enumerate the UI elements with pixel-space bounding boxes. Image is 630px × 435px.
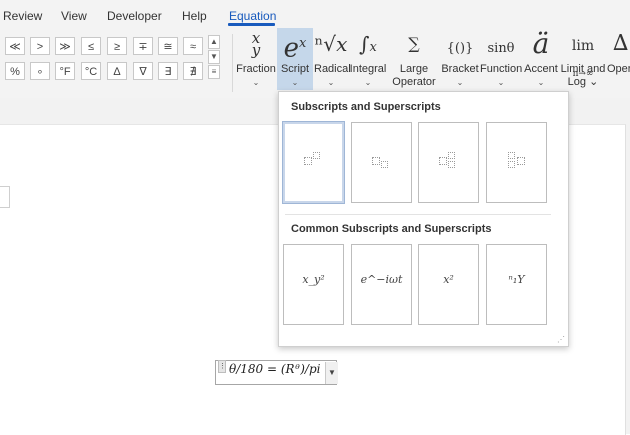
large-operator-button[interactable]: ∑ LargeOperator ⌄ bbox=[388, 28, 440, 101]
chevron-down-icon: ⌄ bbox=[364, 78, 372, 87]
equation-options-dropdown[interactable]: ▼ bbox=[325, 362, 338, 384]
symbol-minus-plus[interactable]: ∓ bbox=[133, 37, 153, 55]
superscript-placeholder-icon bbox=[508, 152, 515, 159]
subscript-superscript-template-tile[interactable] bbox=[418, 122, 479, 203]
tab-developer[interactable]: Developer bbox=[107, 9, 162, 23]
ribbon-separator bbox=[232, 34, 233, 92]
common-script-1: x_y² bbox=[302, 273, 325, 286]
symbol-congruent[interactable]: ≅ bbox=[158, 37, 178, 55]
script-gallery-dropdown: Subscripts and Superscripts Common Subsc… bbox=[278, 91, 569, 347]
common-script-2: e^−iωt bbox=[360, 273, 403, 286]
chevron-down-icon: ⌄ bbox=[252, 78, 260, 87]
equation-handle-icon[interactable]: ⋮ bbox=[218, 360, 226, 373]
resize-grip-icon[interactable]: ⋰ bbox=[557, 335, 565, 344]
superscript-placeholder-icon bbox=[448, 152, 455, 159]
symbol-much-greater[interactable]: ≫ bbox=[55, 37, 75, 55]
gallery-more-icon[interactable]: ≡ bbox=[208, 65, 220, 79]
gallery-divider bbox=[285, 214, 551, 215]
common-script-tile-4[interactable]: ⁿ₁Y bbox=[486, 244, 547, 325]
gallery-scroll-up-icon[interactable]: ▲ bbox=[208, 35, 220, 49]
function-icon: sinθ bbox=[487, 41, 515, 56]
operator-icon: ∆ bbox=[613, 31, 629, 56]
chevron-down-icon: ⌄ bbox=[291, 78, 299, 87]
accent-icon: ä bbox=[532, 27, 550, 60]
fraction-button[interactable]: xy Fraction ⌄ bbox=[236, 28, 276, 90]
tab-help[interactable]: Help bbox=[182, 9, 207, 23]
script-icon: ex bbox=[283, 33, 307, 64]
common-script-4: ⁿ₁Y bbox=[508, 273, 525, 286]
symbol-fahrenheit[interactable]: °F bbox=[55, 62, 75, 80]
function-button[interactable]: sinθ Function ⌄ bbox=[480, 28, 522, 90]
symbol-celsius[interactable]: °C bbox=[81, 62, 101, 80]
large-operator-icon: ∑ bbox=[408, 34, 420, 53]
fraction-icon: xy bbox=[251, 29, 261, 59]
symbol-nabla[interactable]: ∇ bbox=[133, 62, 153, 80]
base-placeholder-icon bbox=[372, 157, 380, 165]
accent-button[interactable]: ä Accent ⌄ bbox=[523, 28, 559, 90]
subscript-placeholder-icon bbox=[448, 161, 455, 168]
equation-text[interactable]: θ/180 = (Rᶿ)/pi bbox=[229, 362, 321, 376]
script-button[interactable]: ex Script ⌄ bbox=[277, 28, 313, 90]
section-title-common: Common Subscripts and Superscripts bbox=[291, 223, 492, 235]
symbol-approx[interactable]: ≈ bbox=[183, 37, 203, 55]
subscript-placeholder-icon bbox=[381, 161, 388, 168]
subscript-placeholder-icon bbox=[508, 161, 515, 168]
chevron-down-icon: ⌄ bbox=[537, 78, 545, 87]
operator-button[interactable]: ∆ Oper bbox=[607, 28, 630, 90]
common-script-3: x² bbox=[443, 273, 454, 286]
superscript-template-tile[interactable] bbox=[282, 121, 345, 204]
symbol-less-equal[interactable]: ≤ bbox=[81, 37, 101, 55]
symbol-not-exists[interactable]: ∄ bbox=[183, 62, 203, 80]
base-placeholder-icon bbox=[517, 157, 525, 165]
common-script-tile-2[interactable]: e^−iωt bbox=[351, 244, 412, 325]
integral-icon: ∫x bbox=[359, 32, 377, 56]
symbol-increment[interactable]: ∆ bbox=[107, 62, 127, 80]
subscript-template-tile[interactable] bbox=[351, 122, 412, 203]
radical-button[interactable]: ⁿ√x Radical ⌄ bbox=[314, 28, 351, 90]
symbol-ring[interactable]: ∘ bbox=[30, 62, 50, 80]
chevron-down-icon: ⌄ bbox=[327, 78, 335, 87]
common-script-tile-3[interactable]: x² bbox=[418, 244, 479, 325]
chevron-down-icon: ⌄ bbox=[456, 78, 464, 87]
left-subscript-superscript-template-tile[interactable] bbox=[486, 122, 547, 203]
ribbon: ≪ > ≫ ≤ ≥ ∓ ≅ ≈ % ∘ °F °C ∆ ∇ ∃ ∄ ▲ ▼ ≡ … bbox=[0, 28, 630, 101]
gallery-scroll-down-icon[interactable]: ▼ bbox=[208, 50, 220, 64]
ribbon-tabs: Review View Developer Help Equation bbox=[0, 0, 630, 28]
symbol-greater[interactable]: > bbox=[30, 37, 50, 55]
limit-and-log-button[interactable]: lim n→∞ Limit and Log ⌄ bbox=[560, 28, 606, 90]
tab-view[interactable]: View bbox=[61, 9, 87, 23]
bracket-icon: {()} bbox=[446, 41, 474, 56]
base-placeholder-icon bbox=[304, 157, 312, 165]
radical-icon: ⁿ√x bbox=[314, 32, 348, 56]
symbol-much-less[interactable]: ≪ bbox=[5, 37, 25, 55]
symbol-greater-equal[interactable]: ≥ bbox=[107, 37, 127, 55]
superscript-placeholder-icon bbox=[313, 152, 320, 159]
base-placeholder-icon bbox=[439, 157, 447, 165]
text-boundary-marker bbox=[0, 186, 10, 208]
integral-button[interactable]: ∫x Integral ⌄ bbox=[349, 28, 387, 90]
common-script-tile-1[interactable]: x_y² bbox=[283, 244, 344, 325]
active-tab-indicator bbox=[228, 23, 275, 26]
symbol-exists[interactable]: ∃ bbox=[158, 62, 178, 80]
symbol-percent[interactable]: % bbox=[5, 62, 25, 80]
section-title-subscripts-superscripts: Subscripts and Superscripts bbox=[291, 101, 441, 113]
tab-equation[interactable]: Equation bbox=[229, 9, 276, 23]
tab-review[interactable]: Review bbox=[3, 9, 42, 23]
bracket-button[interactable]: {()} Bracket ⌄ bbox=[441, 28, 479, 90]
chevron-down-icon: ⌄ bbox=[497, 78, 505, 87]
